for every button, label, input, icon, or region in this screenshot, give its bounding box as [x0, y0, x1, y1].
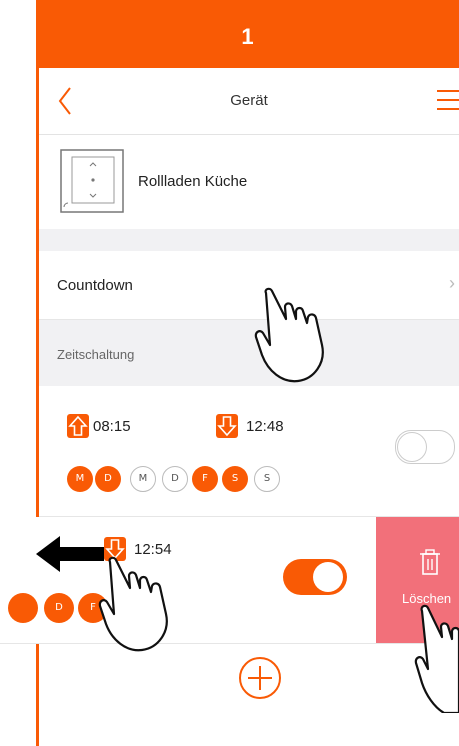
schedule-toggle-on[interactable]	[283, 559, 347, 595]
tap-hand-icon	[414, 604, 459, 713]
day-chip[interactable]: D	[44, 593, 74, 623]
shutter-switch-icon	[60, 149, 124, 213]
day-chip[interactable]: D	[95, 466, 121, 492]
device-name: Rollladen Küche	[138, 173, 248, 190]
countdown-label: Countdown	[57, 277, 133, 294]
tap-hand-icon	[254, 287, 324, 383]
day-chip	[8, 593, 38, 623]
day-chip[interactable]: M	[130, 466, 156, 492]
day-chip[interactable]: S	[254, 466, 280, 492]
device-row[interactable]: Rollladen Küche	[39, 135, 459, 229]
down-arrow-icon	[216, 414, 238, 438]
day-chip[interactable]: F	[192, 466, 218, 492]
schedule-toggle-off[interactable]	[395, 430, 455, 464]
add-schedule-button[interactable]	[237, 655, 283, 701]
hamburger-menu-icon[interactable]	[437, 88, 459, 112]
section-header: Zeitschaltung	[39, 320, 459, 386]
day-chip[interactable]: S	[222, 466, 248, 492]
step-number: 1	[241, 24, 254, 49]
up-arrow-icon	[67, 414, 89, 438]
countdown-row[interactable]: Countdown ›	[39, 251, 459, 320]
day-chip[interactable]: M	[67, 466, 93, 492]
toggle-knob	[397, 432, 427, 462]
app-header: Gerät	[39, 68, 459, 135]
swipe-hand-icon	[98, 556, 168, 652]
toggle-knob	[313, 562, 343, 592]
spacer-band	[39, 229, 459, 251]
page-title: Gerät	[230, 92, 268, 109]
up-time: 08:15	[93, 418, 131, 435]
chevron-right-icon: ›	[449, 273, 455, 293]
trash-icon	[420, 549, 440, 575]
day-chip[interactable]: D	[162, 466, 188, 492]
schedule-row-1[interactable]: 08:15 12:48 M D M D F S S	[39, 386, 459, 517]
section-label: Zeitschaltung	[57, 347, 135, 362]
down-time: 12:48	[246, 418, 284, 435]
step-banner: 1	[36, 0, 459, 68]
